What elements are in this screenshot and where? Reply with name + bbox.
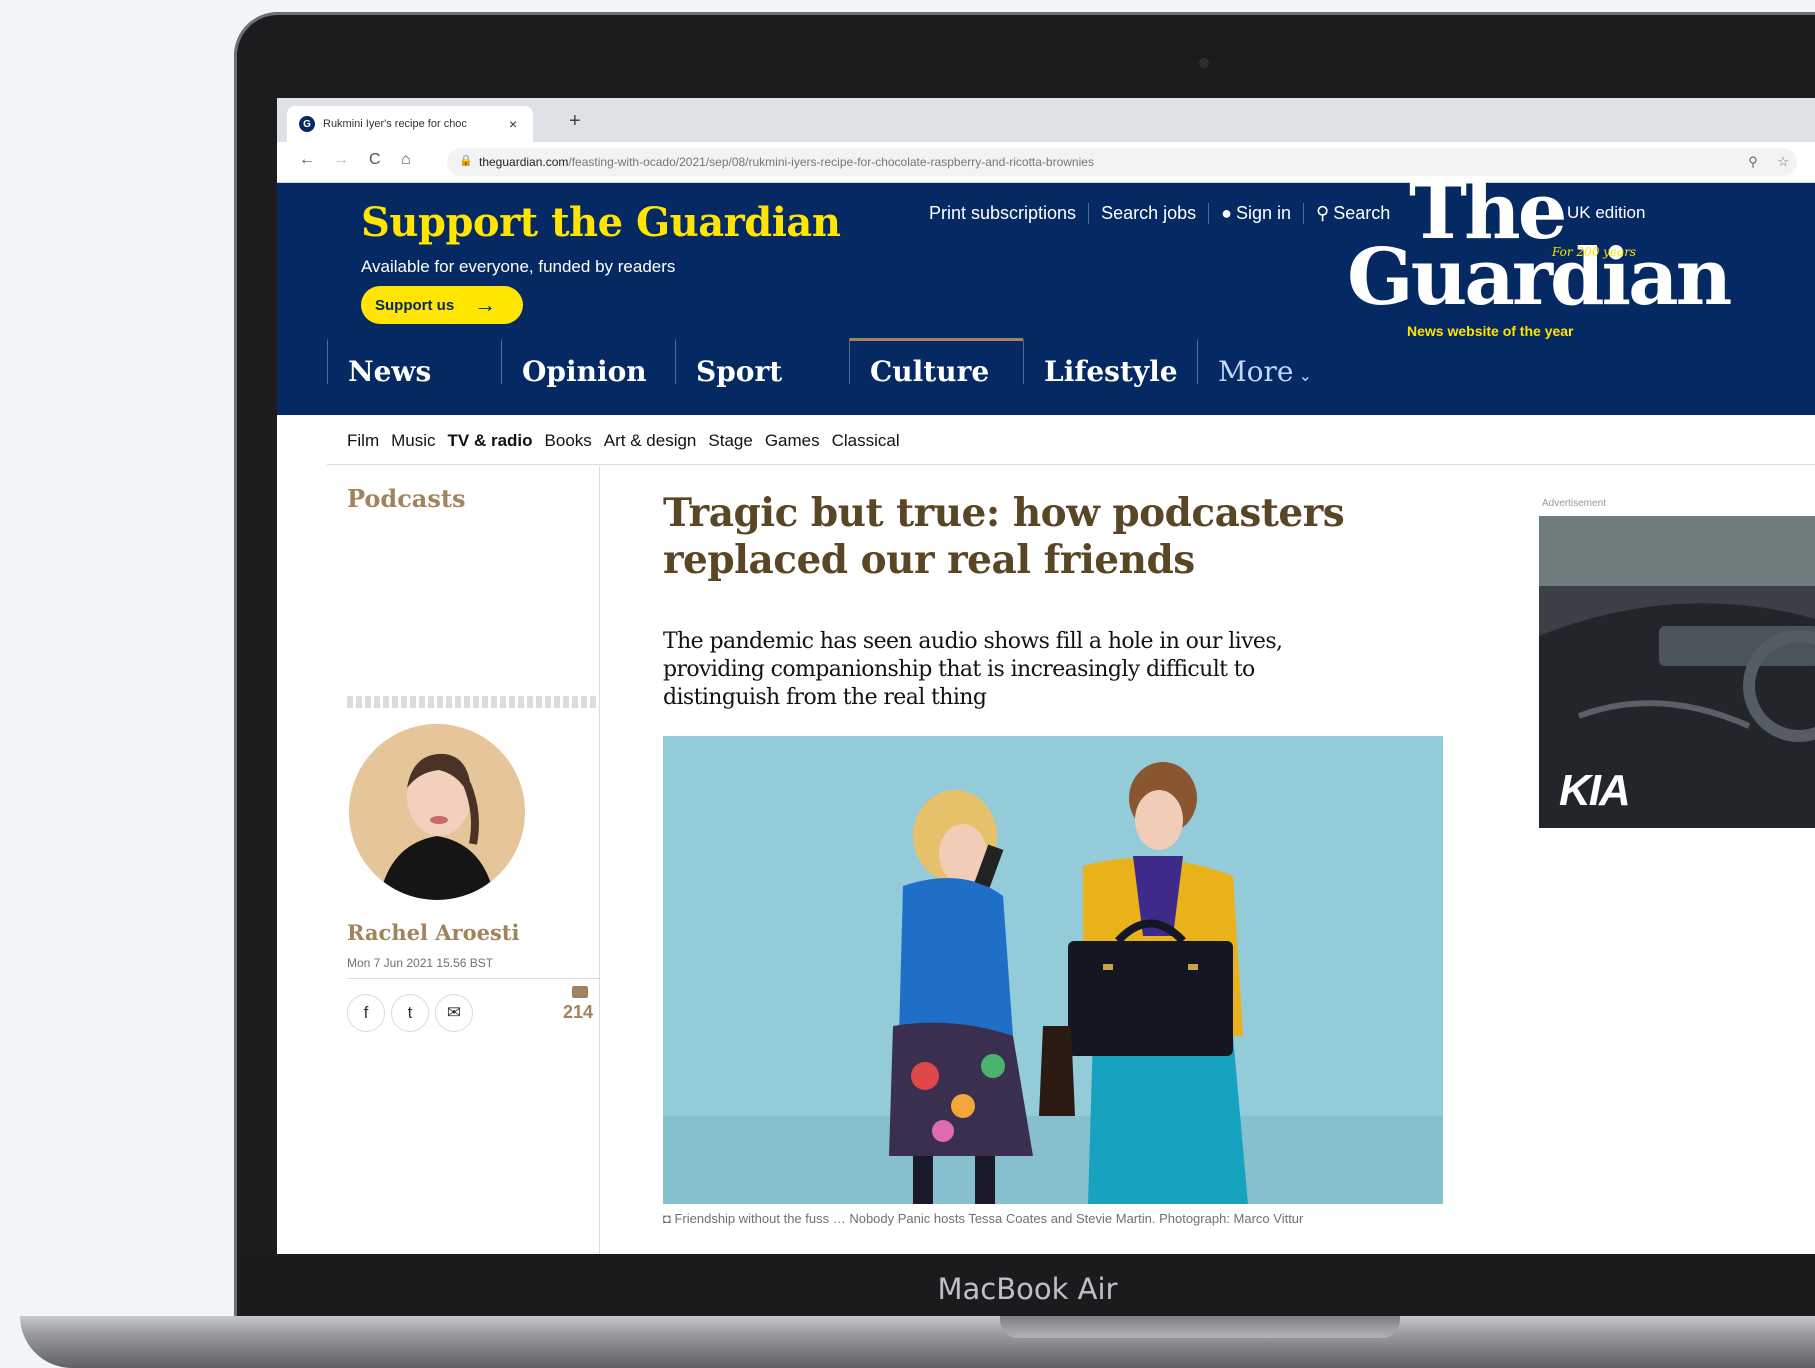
pillar-nav: News Opinion Sport Culture Lifestyle Mor…	[327, 338, 1371, 388]
article-standfirst: The pandemic has seen audio shows fill a…	[663, 629, 1283, 710]
subnav-books[interactable]: Books	[545, 431, 592, 451]
laptop-base	[20, 1316, 1815, 1368]
article-meta: Podcasts Rachel Aroesti Mon 7 Jun 2021 1…	[327, 466, 600, 1254]
laptop-chin: MacBook Air	[240, 1256, 1815, 1318]
ad-label: Advertisement	[1542, 498, 1606, 509]
lock-icon: 🔒	[459, 155, 473, 167]
browser-tab[interactable]: G Rukmini Iyer's recipe for choc ×	[287, 106, 533, 142]
email-share-icon[interactable]: ✉	[435, 994, 473, 1032]
sub-nav: Film Music TV & radio Books Art & design…	[327, 418, 1815, 465]
zoom-icon[interactable]: ⚲ ☆	[1748, 154, 1797, 170]
guardian-favicon-icon: G	[299, 116, 315, 132]
subnav-film[interactable]: Film	[347, 431, 379, 451]
subnav-stage[interactable]: Stage	[708, 431, 752, 451]
pillar-sport[interactable]: Sport	[675, 338, 849, 388]
hero-image	[663, 736, 1443, 1204]
kia-logo: KIA	[1559, 766, 1631, 815]
camera	[1199, 58, 1209, 68]
subnav-art-design[interactable]: Art & design	[604, 431, 697, 451]
logo-tagline: News website of the year	[1407, 323, 1574, 339]
chevron-down-icon: ⌄	[1293, 366, 1312, 385]
squiggle-divider	[347, 696, 599, 708]
url-input[interactable]: 🔒 theguardian.com/feasting-with-ocado/20…	[447, 148, 1797, 176]
close-icon[interactable]: ×	[509, 116, 517, 132]
guardian-header: Support the Guardian Available for every…	[277, 172, 1815, 415]
guardian-logo[interactable]: The Guardian	[1347, 172, 1732, 317]
subnav-classical[interactable]: Classical	[832, 431, 900, 451]
reload-icon[interactable]: C	[369, 151, 381, 169]
pillar-culture[interactable]: Culture	[849, 338, 1023, 388]
share-divider	[347, 978, 599, 979]
url-text: theguardian.com/feasting-with-ocado/2021…	[479, 155, 1094, 169]
pillar-lifestyle[interactable]: Lifestyle	[1023, 338, 1197, 388]
pillar-news[interactable]: News	[327, 338, 501, 388]
top-links: Print subscriptions Search jobs ● Sign in…	[917, 203, 1402, 224]
support-subtitle: Available for everyone, funded by reader…	[361, 257, 676, 276]
back-arrow-icon[interactable]: ←	[299, 151, 315, 169]
browser-tab-bar: G Rukmini Iyer's recipe for choc × +	[277, 98, 1815, 142]
laptop-notch	[1000, 1316, 1400, 1338]
camera-icon: ◘	[663, 1211, 675, 1226]
support-title: Support the Guardian	[361, 199, 841, 246]
sign-in-link[interactable]: ● Sign in	[1208, 203, 1303, 224]
support-us-button[interactable]: Support us →	[361, 286, 523, 324]
avatar	[349, 724, 525, 900]
arrow-right-icon: →	[474, 292, 497, 317]
screen: G Rukmini Iyer's recipe for choc × + ← →…	[277, 98, 1815, 1254]
comment-count[interactable]: 214	[563, 1002, 593, 1023]
home-icon[interactable]: ⌂	[401, 151, 411, 169]
facebook-share-icon[interactable]: f	[347, 994, 385, 1032]
subnav-music[interactable]: Music	[391, 431, 435, 451]
search-icon: ⚲	[1316, 203, 1330, 223]
pillar-more[interactable]: More ⌄	[1197, 338, 1371, 388]
image-caption: ◘ Friendship without the fuss … Nobody P…	[663, 1211, 1304, 1226]
print-subscriptions-link[interactable]: Print subscriptions	[917, 203, 1088, 224]
search-jobs-link[interactable]: Search jobs	[1088, 203, 1208, 224]
section-label[interactable]: Podcasts	[347, 484, 465, 513]
pillar-opinion[interactable]: Opinion	[501, 338, 675, 388]
logo-years: For 200 years	[1552, 245, 1637, 259]
author-name[interactable]: Rachel Aroesti	[347, 920, 519, 945]
device-label: MacBook Air	[937, 1272, 1118, 1306]
article-headline: Tragic but true: how podcasters replaced…	[663, 490, 1345, 583]
comment-icon	[572, 986, 588, 998]
subnav-games[interactable]: Games	[765, 431, 820, 451]
twitter-share-icon[interactable]: t	[391, 994, 429, 1032]
edition-selector[interactable]: UK edition	[1567, 203, 1645, 223]
advertisement[interactable]: KIA	[1539, 516, 1815, 828]
publish-date: Mon 7 Jun 2021 15.56 BST	[347, 956, 494, 970]
user-icon: ●	[1221, 203, 1232, 223]
forward-arrow-icon[interactable]: →	[333, 151, 349, 169]
subnav-tv-radio[interactable]: TV & radio	[448, 431, 533, 451]
address-bar: ← → C ⌂ 🔒 theguardian.com/feasting-with-…	[277, 142, 1815, 183]
tab-title: Rukmini Iyer's recipe for choc	[323, 118, 467, 130]
support-us-label: Support us	[375, 296, 455, 314]
new-tab-button[interactable]: +	[569, 110, 581, 133]
